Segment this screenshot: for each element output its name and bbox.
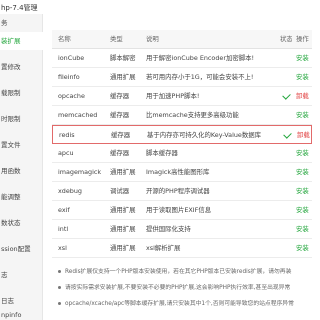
table-row: xdebug 调试器 开源的PHP程序调试器 安装 — [52, 182, 312, 201]
table-header: 名称 类型 说明 状态 操作 — [52, 30, 312, 49]
sidebar-item-load-status[interactable]: 数状态 — [0, 214, 43, 232]
row-type: 脚本解密 — [110, 54, 136, 62]
row-desc: 用于读取图片EXIF信息 — [146, 206, 212, 214]
row-name: memcached — [58, 111, 98, 119]
install-button[interactable]: 安装 — [296, 201, 318, 220]
sidebar-item-performance[interactable]: 能调整 — [0, 188, 43, 206]
header-name: 名称 — [58, 35, 71, 43]
row-desc: xsl解析扩展 — [146, 244, 181, 252]
bullet-icon — [58, 302, 61, 305]
row-desc: 比memcache支持更多高级功能 — [146, 111, 239, 119]
row-type: 缓存器 — [110, 149, 130, 157]
note-item: Redis扩展仅支持一个PHP版本安装使用，若在其它PHP版本已安装redis扩… — [52, 266, 320, 278]
install-button[interactable]: 安装 — [296, 239, 318, 258]
note-text: opcache/xcache/apc等脚本缓存扩展,请只安装其中1个,否则可能导… — [65, 301, 294, 307]
row-name: apcu — [58, 149, 74, 157]
row-type: 通用扩展 — [110, 206, 136, 214]
status-cell — [281, 126, 293, 145]
sidebar-item-phpinfo[interactable]: npinfo — [0, 306, 43, 320]
row-desc: 基于内存亦可持久化的Key-Value数据库 — [147, 131, 262, 139]
table-row: ionCube 脚本解密 用于解密ionCube Encoder加密脚本! 安装 — [52, 49, 312, 68]
install-button[interactable]: 安装 — [296, 220, 318, 239]
row-name: intl — [58, 225, 69, 233]
sidebar-item-install-extensions[interactable]: 装扩展 — [0, 32, 43, 50]
row-desc: 提供国际化支持 — [146, 225, 191, 233]
sidebar-item-disabled-functions[interactable]: 用函数 — [0, 162, 43, 180]
sidebar-item-service[interactable]: 务 — [0, 14, 43, 32]
install-button[interactable]: 安装 — [296, 68, 318, 87]
check-icon — [281, 91, 291, 100]
install-button[interactable]: 安装 — [296, 163, 318, 182]
sidebar-item-session-config[interactable]: ssion配置 — [0, 240, 43, 258]
row-desc: 用于加速PHP脚本! — [146, 92, 200, 100]
header-status: 状态 — [280, 35, 292, 43]
note-item: 请按实际需求安装扩展,不要安装不必要的PHP扩展,这会影响PHP执行效率,甚至出… — [52, 282, 320, 294]
bullet-icon — [58, 270, 61, 273]
table-row: apcu 缓存器 脚本缓存器 安装 — [52, 144, 312, 163]
row-type: 缓存器 — [110, 92, 130, 100]
sidebar-item-config-modify[interactable]: 置修改 — [0, 58, 43, 76]
row-name: xdebug — [58, 187, 82, 195]
table-row-highlighted: redis 缓存器 基于内存亦可持久化的Key-Value数据库 卸载 — [52, 125, 312, 144]
row-name: imagemagick — [58, 168, 102, 176]
row-type: 通用扩展 — [110, 168, 136, 176]
install-button[interactable]: 安装 — [296, 49, 318, 68]
table-row: exif 通用扩展 用于读取图片EXIF信息 安装 — [52, 201, 312, 220]
sidebar-item-upload-limit[interactable]: 载限制 — [0, 84, 43, 102]
row-desc: Imagick高性能图形库 — [146, 168, 210, 176]
row-desc: 脚本缓存器 — [146, 149, 178, 157]
row-type: 通用扩展 — [110, 73, 136, 81]
row-desc: 开源的PHP程序调试器 — [146, 187, 210, 195]
table-row: opcache 缓存器 用于加速PHP脚本! 卸载 — [52, 87, 312, 106]
install-button[interactable]: 安装 — [296, 106, 318, 125]
table-row: intl 通用扩展 提供国际化支持 安装 — [52, 220, 312, 239]
sidebar-item-timeout-limit[interactable]: 时限制 — [0, 110, 43, 128]
header-type: 类型 — [110, 35, 123, 43]
row-type: 缓存器 — [111, 131, 131, 139]
row-name: opcache — [58, 92, 85, 100]
row-type: 通用扩展 — [110, 225, 136, 233]
row-desc: 若可用内存小于1G，可能会安装不上! — [146, 73, 254, 81]
row-name: fileinfo — [58, 73, 80, 81]
note-item: opcache/xcache/apc等脚本缓存扩展,请只安装其中1个,否则可能导… — [52, 298, 320, 310]
header-op: 操作 — [296, 35, 309, 43]
status-cell — [280, 87, 292, 106]
table-row: xsl 通用扩展 xsl解析扩展 安装 — [52, 239, 312, 258]
row-name: exif — [58, 206, 70, 214]
row-desc: 用于解密ionCube Encoder加密脚本! — [146, 54, 255, 62]
table-row: fileinfo 通用扩展 若可用内存小于1G，可能会安装不上! 安装 — [52, 68, 312, 87]
row-type: 通用扩展 — [110, 244, 136, 252]
sidebar-item-log[interactable]: 志 — [0, 266, 43, 284]
uninstall-button[interactable]: 卸载 — [297, 126, 319, 145]
note-text: Redis扩展仅支持一个PHP版本安装使用，若在其它PHP版本已安装redis扩… — [65, 269, 292, 275]
install-button[interactable]: 安装 — [296, 144, 318, 163]
check-icon — [282, 130, 292, 139]
row-type: 调试器 — [110, 187, 130, 195]
install-button[interactable]: 安装 — [296, 182, 318, 201]
note-text: 请按实际需求安装扩展,不要安装不必要的PHP扩展,这会影响PHP执行效率,甚至出… — [65, 285, 291, 291]
row-type: 缓存器 — [110, 111, 130, 119]
table-row: memcached 缓存器 比memcache支持更多高级功能 安装 — [52, 106, 312, 125]
header-desc: 说明 — [146, 35, 159, 43]
window-title: hp-7.4管理 — [1, 4, 38, 12]
row-name: ionCube — [58, 54, 85, 62]
row-name: xsl — [58, 244, 67, 252]
table-row: imagemagick 通用扩展 Imagick高性能图形库 安装 — [52, 163, 312, 182]
row-name: redis — [59, 131, 75, 139]
sidebar-item-config-file[interactable]: 置文件 — [0, 136, 43, 154]
uninstall-button[interactable]: 卸载 — [296, 87, 318, 106]
sidebar: 务 装扩展 置修改 载限制 时限制 置文件 用函数 能调整 数状态 ssion配… — [0, 14, 43, 320]
bullet-icon — [58, 286, 61, 289]
